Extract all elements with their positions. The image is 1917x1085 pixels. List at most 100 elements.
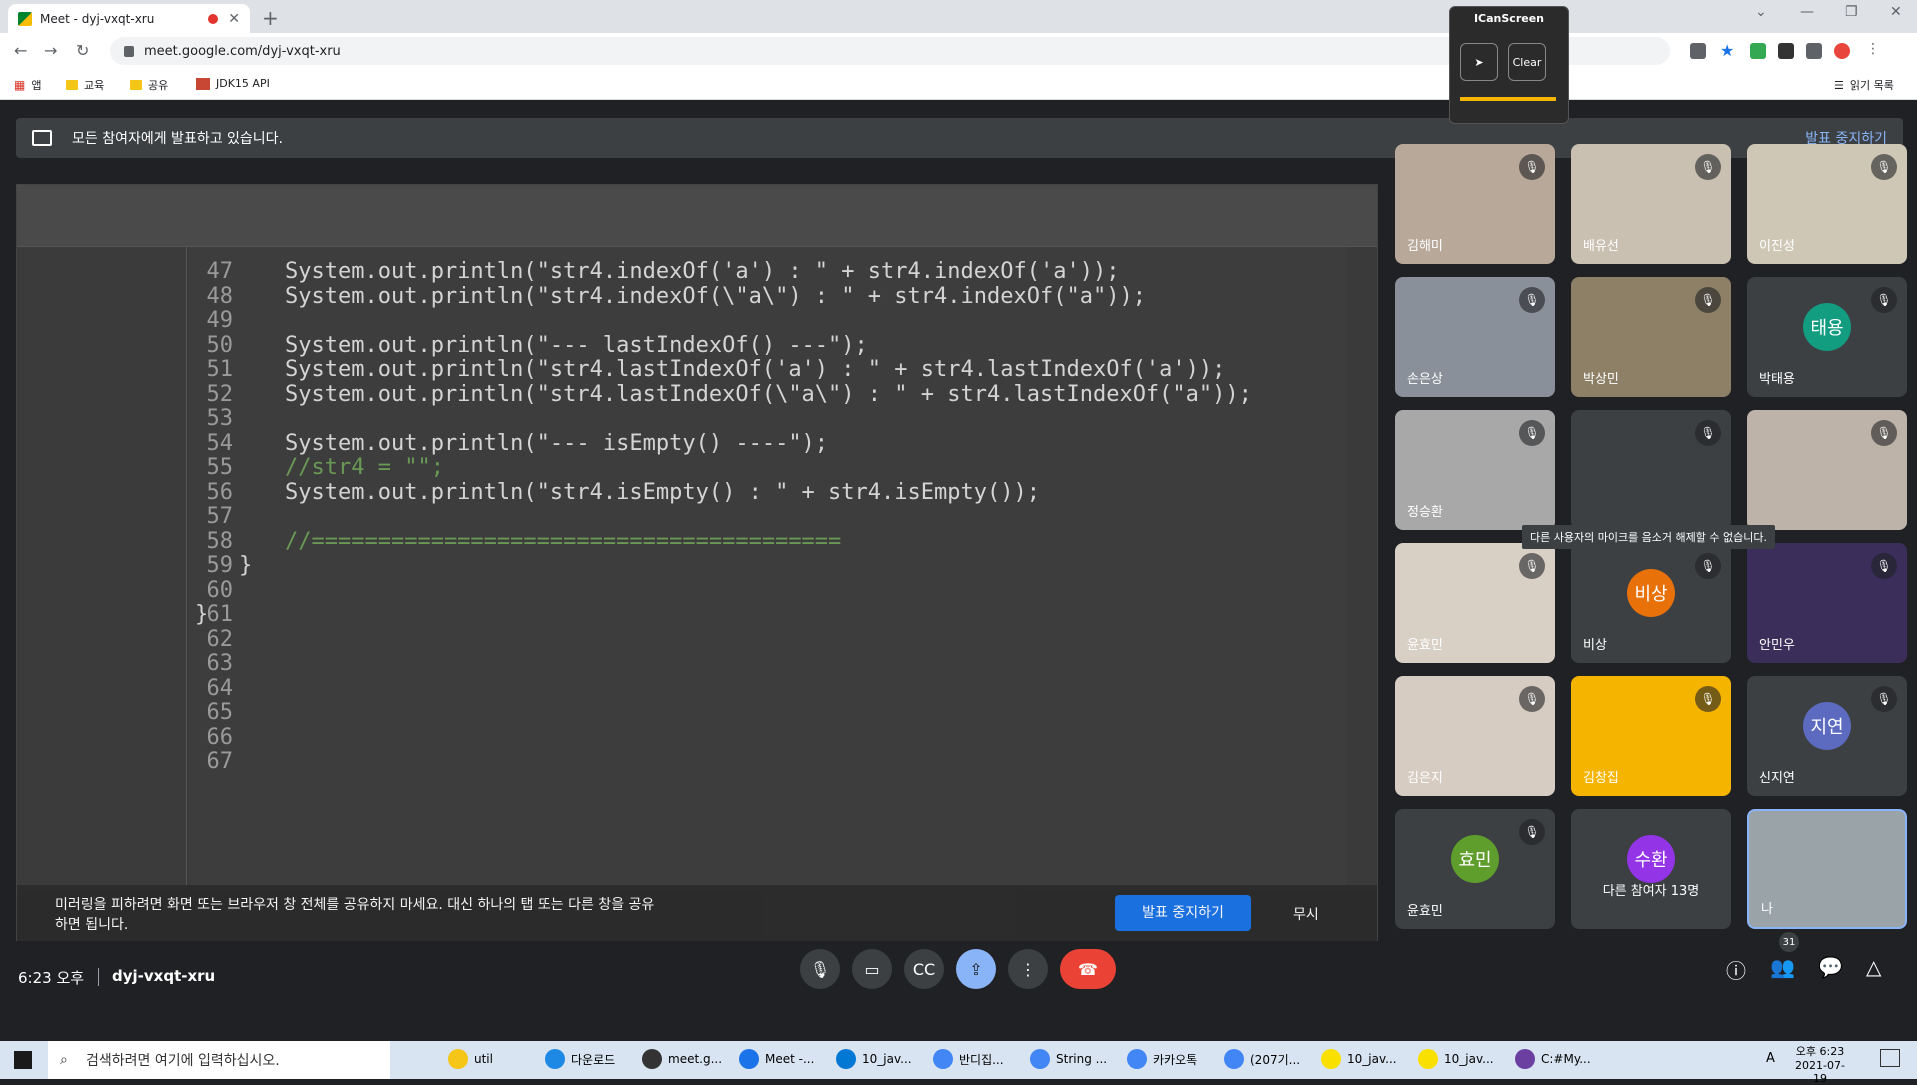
taskbar-app[interactable]: 10_jav... [1321,1049,1397,1069]
chat-icon[interactable]: 💬 [1818,955,1843,979]
taskbar-app[interactable]: C:#My... [1515,1049,1591,1069]
taskbar-search[interactable]: ⌕ 검색하려면 여기에 입력하십시오. [48,1041,390,1079]
close-tab-icon[interactable]: ✕ [228,11,240,27]
reading-list[interactable]: ☰ 읽기 목록 [1834,77,1894,93]
app-icon [836,1049,856,1069]
line-number: 47 [206,259,234,284]
stop-presenting-button[interactable]: 발표 중지하기 [1115,895,1251,931]
participant-tile[interactable]: 🎙 정승환 [1395,410,1555,530]
participant-tile[interactable]: 🎙 김창집 [1571,676,1731,796]
color-slider[interactable] [1460,97,1556,101]
participant-tile[interactable]: 비상 🎙 비상 [1571,543,1731,663]
notifications-icon[interactable] [1880,1049,1900,1067]
extension-icon[interactable] [1750,43,1766,59]
microphone-button[interactable]: 🎙 [800,949,840,989]
profile-avatar[interactable] [1834,43,1850,59]
participant-tile[interactable]: 🎙 박상민 [1571,277,1731,397]
url-text: meet.google.com/dyj-vxqt-xru [144,43,341,59]
captions-icon: CC [912,959,936,979]
taskbar-app[interactable]: (207기... [1224,1049,1300,1069]
present-button[interactable]: ⇪ [956,949,996,989]
tab-meet[interactable]: Meet - dyj-vxqt-xru ✕ [8,4,250,33]
participant-tile[interactable]: 지연 🎙 신지연 [1747,676,1907,796]
line-number: 59 [206,553,234,578]
url-input[interactable]: meet.google.com/dyj-vxqt-xru [110,37,1670,65]
extension-icon[interactable] [1778,43,1794,59]
captions-button[interactable]: CC [904,949,944,989]
participant-avatar: 지연 [1803,702,1851,750]
participant-tile[interactable]: 🎙 김해미 [1395,144,1555,264]
taskbar-app[interactable]: 반디집... [933,1049,1004,1069]
participant-tile[interactable]: 태용 🎙 박태용 [1747,277,1907,397]
taskbar-app[interactable]: util [448,1049,493,1069]
folder-icon [130,80,142,90]
forward-icon[interactable]: → [44,41,57,60]
info-icon[interactable]: ⓘ [1726,955,1746,984]
minimize-icon[interactable]: — [1800,4,1814,20]
activities-icon[interactable]: △ [1866,955,1881,979]
new-tab-button[interactable]: + [262,6,279,30]
participant-tile[interactable]: 🎙 손은상 [1395,277,1555,397]
mic-off-icon: 🎙 [1871,553,1897,579]
code-text: //str4 = ""; [285,455,444,480]
line-number: 58 [206,528,234,554]
app-icon [1321,1049,1341,1069]
line-number: 63 [206,651,234,676]
bookmark-jdk[interactable]: JDK15 API [196,77,270,90]
clear-button[interactable]: Clear [1508,43,1546,81]
app-icon [545,1049,565,1069]
participant-tile[interactable]: 🎙 [1747,410,1907,530]
tab-search-icon[interactable]: ⌄ [1755,4,1767,20]
ime-indicator[interactable]: A [1766,1051,1775,1066]
back-icon[interactable]: ← [14,41,27,60]
participant-tile[interactable]: 🎙 배유선 [1571,144,1731,264]
participant-tile[interactable]: 수환 다른 참여자 13명 [1571,809,1731,929]
camera-icon[interactable] [1690,43,1706,59]
mic-off-icon: 🎙 [1695,287,1721,313]
participant-tile[interactable]: 🎙 안민우 [1747,543,1907,663]
participant-tile[interactable]: 나 [1747,809,1907,929]
camera-button[interactable]: ▭ [852,949,892,989]
taskbar-app[interactable]: meet.g... [642,1049,722,1069]
line-number: 62 [206,626,234,652]
windows-start-icon[interactable] [14,1051,32,1069]
ignore-button[interactable]: 무시 [1293,905,1319,925]
bookmark-folder[interactable]: 공유 [130,77,168,93]
oracle-icon [196,77,210,90]
more-options-button[interactable]: ⋮ [1008,949,1048,989]
taskbar-app[interactable]: 10_jav... [836,1049,912,1069]
shared-screen: 47 System.out.println("str4.indexOf('a') … [16,184,1378,952]
participant-tile[interactable]: 🎙 윤효민 [1395,543,1555,663]
line-number: 51 [206,357,234,382]
participant-avatar: 수환 [1627,835,1675,883]
taskbar-app[interactable]: 10_jav... [1418,1049,1494,1069]
participant-tile[interactable]: 🎙 [1571,410,1731,530]
taskbar-app[interactable]: Meet -... [739,1049,814,1069]
pointer-button[interactable]: ➤ [1460,43,1498,81]
bookmark-folder[interactable]: 교육 [66,77,104,93]
leave-call-button[interactable]: ☎ [1060,949,1116,989]
participant-name: 다른 참여자 13명 [1602,884,1700,899]
restore-icon[interactable]: ❐ [1845,4,1858,20]
mic-off-icon: 🎙 [1871,287,1897,313]
app-icon [1418,1049,1438,1069]
star-icon[interactable]: ★ [1720,41,1736,60]
participant-name: 손은상 [1407,372,1443,387]
participant-name: 박상민 [1583,372,1619,387]
ide-toolbar [17,185,1377,247]
participant-tile[interactable]: 🎙 김은지 [1395,676,1555,796]
code-text: System.out.println("str4.lastIndexOf('a'… [285,357,1226,382]
menu-icon[interactable]: ⋮ [1866,41,1882,57]
taskbar-app[interactable]: 카카오톡 [1127,1049,1197,1069]
folder-icon [66,80,78,90]
people-icon[interactable]: 👥 [1770,955,1795,979]
participant-tile[interactable]: 🎙 이진성 [1747,144,1907,264]
app-label: 카카오톡 [1153,1052,1198,1067]
close-window-icon[interactable]: ✕ [1890,4,1902,20]
bookmark-apps[interactable]: ▦ 앱 [14,77,41,93]
taskbar-app[interactable]: String ... [1030,1049,1107,1069]
reload-icon[interactable]: ↻ [76,41,89,60]
puzzle-icon[interactable] [1806,43,1822,59]
participant-tile[interactable]: 효민 🎙 윤효민 [1395,809,1555,929]
taskbar-app[interactable]: 다운로드 [545,1049,615,1069]
